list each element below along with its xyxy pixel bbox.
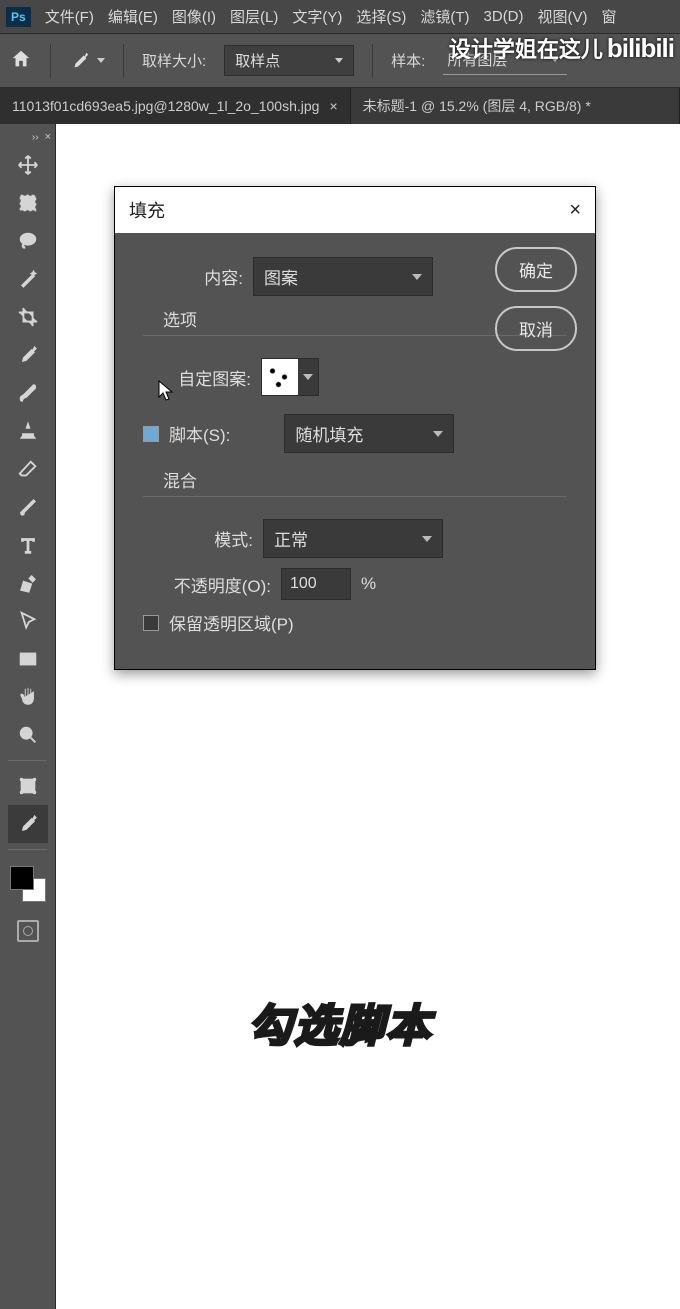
eraser-tool[interactable] (8, 450, 48, 488)
script-select[interactable]: 随机填充 (284, 414, 454, 453)
menu-image[interactable]: 图像(I) (172, 6, 216, 27)
brush-tool[interactable] (8, 374, 48, 412)
sample-size-select[interactable]: 取样点 (224, 45, 354, 76)
document-tab[interactable]: 11013f01cd693ea5.jpg@1280w_1l_2o_100sh.j… (0, 88, 351, 124)
chevron-down-icon (433, 431, 443, 437)
menu-view[interactable]: 视图(V) (538, 6, 588, 27)
menu-file[interactable]: 文件(F) (45, 6, 94, 27)
script-value: 随机填充 (295, 421, 363, 446)
script-checkbox[interactable] (143, 426, 159, 442)
preserve-transparency-label: 保留透明区域(P) (169, 610, 294, 635)
fill-dialog: 填充 × 确定 取消 内容: 图案 选项 自定图案: (114, 186, 596, 670)
options-section: 自定图案: 脚本(S): 随机填充 (143, 335, 567, 453)
panel-collapse[interactable]: ››× (0, 128, 55, 146)
close-icon[interactable]: × (569, 199, 581, 222)
mode-label: 模式: (203, 526, 253, 551)
sample-label: 样本: (391, 50, 425, 71)
close-icon[interactable]: × (329, 98, 337, 114)
move-tool[interactable] (8, 146, 48, 184)
menu-edit[interactable]: 编辑(E) (108, 6, 158, 27)
menubar: Ps 文件(F) 编辑(E) 图像(I) 图层(L) 文字(Y) 选择(S) 滤… (0, 0, 680, 34)
menu-filter[interactable]: 滤镜(T) (420, 6, 469, 27)
foreground-color[interactable] (10, 866, 34, 890)
pattern-dropdown[interactable] (298, 359, 318, 395)
color-swatches[interactable] (10, 866, 46, 902)
opacity-input[interactable] (281, 568, 351, 600)
pattern-picker[interactable] (261, 358, 319, 396)
lasso-tool[interactable] (8, 222, 48, 260)
opacity-label: 不透明度(O): (153, 572, 271, 597)
percent-label: % (361, 574, 376, 594)
watermark-text: 设计学姐在这儿 (449, 32, 603, 64)
separator (50, 44, 51, 78)
type-tool[interactable] (8, 526, 48, 564)
pen-tool[interactable] (8, 564, 48, 602)
tab-label: 11013f01cd693ea5.jpg@1280w_1l_2o_100sh.j… (12, 98, 319, 114)
mouse-cursor-icon (158, 380, 174, 402)
app-badge: Ps (6, 7, 31, 27)
eyedropper-tool-active[interactable] (8, 805, 48, 843)
chevron-down-icon (412, 274, 422, 280)
ok-button[interactable]: 确定 (495, 247, 577, 292)
gradient-tool[interactable] (8, 488, 48, 526)
blend-section-label: 混合 (163, 467, 577, 492)
menu-window[interactable]: 窗 (602, 6, 617, 27)
hand-tool[interactable] (8, 678, 48, 716)
menu-select[interactable]: 选择(S) (356, 6, 406, 27)
watermark: 设计学姐在这儿 bilibili (449, 32, 674, 64)
subtitle-caption: 勾选脚本 (0, 990, 680, 1054)
dialog-title: 填充 (129, 197, 165, 223)
pattern-swatch (262, 359, 298, 395)
content-select[interactable]: 图案 (253, 257, 433, 296)
clone-stamp-tool[interactable] (8, 412, 48, 450)
mode-value: 正常 (274, 526, 308, 551)
menu-3d[interactable]: 3D(D) (484, 8, 524, 25)
quick-mask-toggle[interactable] (17, 920, 39, 942)
sample-size-label: 取样大小: (142, 50, 206, 71)
rectangle-tool[interactable] (8, 640, 48, 678)
separator (123, 44, 124, 78)
cancel-button[interactable]: 取消 (495, 306, 577, 351)
tool-preset-eyedropper[interactable] (69, 50, 105, 72)
document-tab[interactable]: 未标题-1 @ 15.2% (图层 4, RGB/8) * (351, 88, 680, 124)
custom-pattern-label: 自定图案: (163, 365, 251, 390)
edit-toolbar[interactable] (8, 767, 48, 805)
marquee-tool[interactable] (8, 184, 48, 222)
magic-wand-tool[interactable] (8, 260, 48, 298)
home-button[interactable] (10, 48, 32, 74)
menu-layer[interactable]: 图层(L) (230, 6, 278, 27)
eyedropper-tool[interactable] (8, 336, 48, 374)
zoom-tool[interactable] (8, 716, 48, 754)
tab-label: 未标题-1 @ 15.2% (图层 4, RGB/8) * (363, 96, 591, 116)
content-label: 内容: (193, 264, 243, 289)
bilibili-logo: bilibili (607, 33, 674, 64)
chevron-down-icon (422, 536, 432, 542)
menu-type[interactable]: 文字(Y) (292, 6, 342, 27)
content-value: 图案 (264, 264, 298, 289)
separator (372, 44, 373, 78)
tool-panel: ››× (0, 124, 56, 1309)
sample-size-value: 取样点 (235, 50, 280, 71)
document-tabs: 11013f01cd693ea5.jpg@1280w_1l_2o_100sh.j… (0, 88, 680, 124)
preserve-transparency-checkbox[interactable] (143, 615, 159, 631)
blend-section: 模式: 正常 不透明度(O): % 保留透明区域(P) (143, 496, 567, 635)
dialog-titlebar[interactable]: 填充 × (115, 187, 595, 233)
path-selection-tool[interactable] (8, 602, 48, 640)
crop-tool[interactable] (8, 298, 48, 336)
script-label: 脚本(S): (169, 421, 230, 446)
mode-select[interactable]: 正常 (263, 519, 443, 558)
